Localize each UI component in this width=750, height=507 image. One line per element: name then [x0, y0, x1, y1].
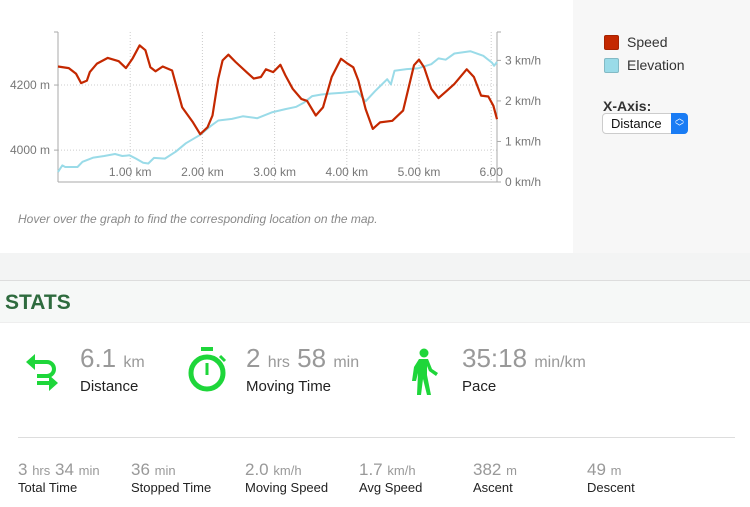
stat-avg-speed: 1.7 km/h Avg Speed: [359, 460, 422, 495]
stat-total-time: 3 hrs 34 min Total Time: [18, 460, 100, 495]
stat-pace: 35:18 min/km Pace: [462, 343, 586, 395]
total-time-hours: 3: [18, 460, 28, 479]
descent-label: Descent: [587, 480, 635, 495]
y-left-tick-label: 4000 m: [10, 143, 50, 157]
distance-value: 6.1: [80, 343, 117, 373]
x-tick-label: 4.00 km: [325, 165, 368, 179]
stats-divider: [18, 437, 735, 438]
moving-time-label: Moving Time: [246, 378, 332, 395]
series-speed-line: [57, 44, 499, 136]
total-time-label: Total Time: [18, 480, 78, 495]
ascent-unit: m: [506, 463, 517, 478]
stat-distance: 6.1 km Distance: [80, 343, 145, 395]
pace-label: Pace: [462, 378, 497, 395]
moving-speed-value: 2.0: [245, 460, 269, 479]
legend-speed[interactable]: Speed: [604, 34, 667, 50]
walking-person-icon: [412, 348, 438, 395]
x-tick-label: 2.00 km: [181, 165, 224, 179]
y-right-tick-label: 1 km/h: [505, 134, 541, 148]
stat-ascent: 382 m Ascent: [473, 460, 517, 495]
avg-speed-unit: km/h: [387, 463, 416, 478]
moving-time-minutes: 58: [297, 343, 327, 373]
stat-moving-time: 2 hrs 58 min Moving Time: [246, 343, 359, 395]
total-time-minutes-unit: min: [78, 463, 100, 478]
xaxis-selected-value: Distance: [611, 116, 662, 131]
y-right-tick-label: 2 km/h: [505, 94, 541, 108]
xaxis-label: X-Axis:: [603, 98, 652, 114]
ascent-value: 382: [473, 460, 502, 479]
total-time-hours-unit: hrs: [32, 463, 51, 478]
moving-speed-label: Moving Speed: [245, 480, 329, 495]
stopwatch-icon: [188, 347, 227, 392]
moving-speed-unit: km/h: [273, 463, 302, 478]
arrows-loop-icon: [26, 354, 58, 391]
elevation-swatch: [604, 57, 619, 73]
legend-elevation-label: Elevation: [627, 57, 685, 73]
x-tick-label: 1.00 km: [109, 165, 152, 179]
stopped-time-label: Stopped Time: [131, 480, 212, 495]
distance-unit: km: [123, 354, 145, 371]
stat-descent: 49 m Descent: [587, 460, 635, 495]
hover-hint: Hover over the graph to find the corresp…: [18, 212, 378, 226]
moving-time-minutes-unit: min: [333, 354, 360, 371]
x-tick-label: 3.00 km: [253, 165, 296, 179]
total-time-minutes: 34: [55, 460, 74, 479]
chevron-up-down-icon: ︿ ﹀: [671, 113, 688, 134]
stats-header: STATS: [0, 280, 750, 323]
speed-elevation-chart[interactable]: 1.00 km 2.00 km 3.00 km 4.00 km 5.00 km 6.00 4…: [0, 0, 573, 200]
section-gap: [0, 253, 750, 280]
x-tick-label: 5.00 km: [398, 165, 441, 179]
y-right-tick-label: 3 km/h: [505, 53, 541, 67]
y-right-tick-label: 0 km/h: [505, 175, 541, 189]
legend-elevation[interactable]: Elevation: [604, 57, 685, 73]
stat-moving-speed: 2.0 km/h Moving Speed: [245, 460, 328, 495]
stat-stopped-time: 36 min Stopped Time: [131, 460, 211, 495]
pace-value: 35:18: [462, 343, 528, 373]
stopped-time-value: 36: [131, 460, 150, 479]
descent-unit: m: [610, 463, 622, 478]
moving-time-hours: 2: [246, 343, 261, 373]
xaxis-select[interactable]: Distance ︿ ﹀: [602, 113, 688, 134]
distance-label: Distance: [80, 378, 139, 395]
ascent-label: Ascent: [473, 480, 513, 495]
speed-swatch: [604, 34, 619, 50]
avg-speed-label: Avg Speed: [359, 480, 423, 495]
pace-unit: min/km: [534, 354, 586, 371]
stopped-time-unit: min: [154, 463, 176, 478]
descent-value: 49: [587, 460, 606, 479]
moving-time-hours-unit: hrs: [267, 354, 290, 371]
avg-speed-value: 1.7: [359, 460, 383, 479]
stats-title: STATS: [5, 291, 71, 314]
y-left-tick-label: 4200 m: [10, 78, 50, 92]
x-tick-label: 6.00: [480, 165, 504, 179]
legend-speed-label: Speed: [627, 34, 668, 50]
